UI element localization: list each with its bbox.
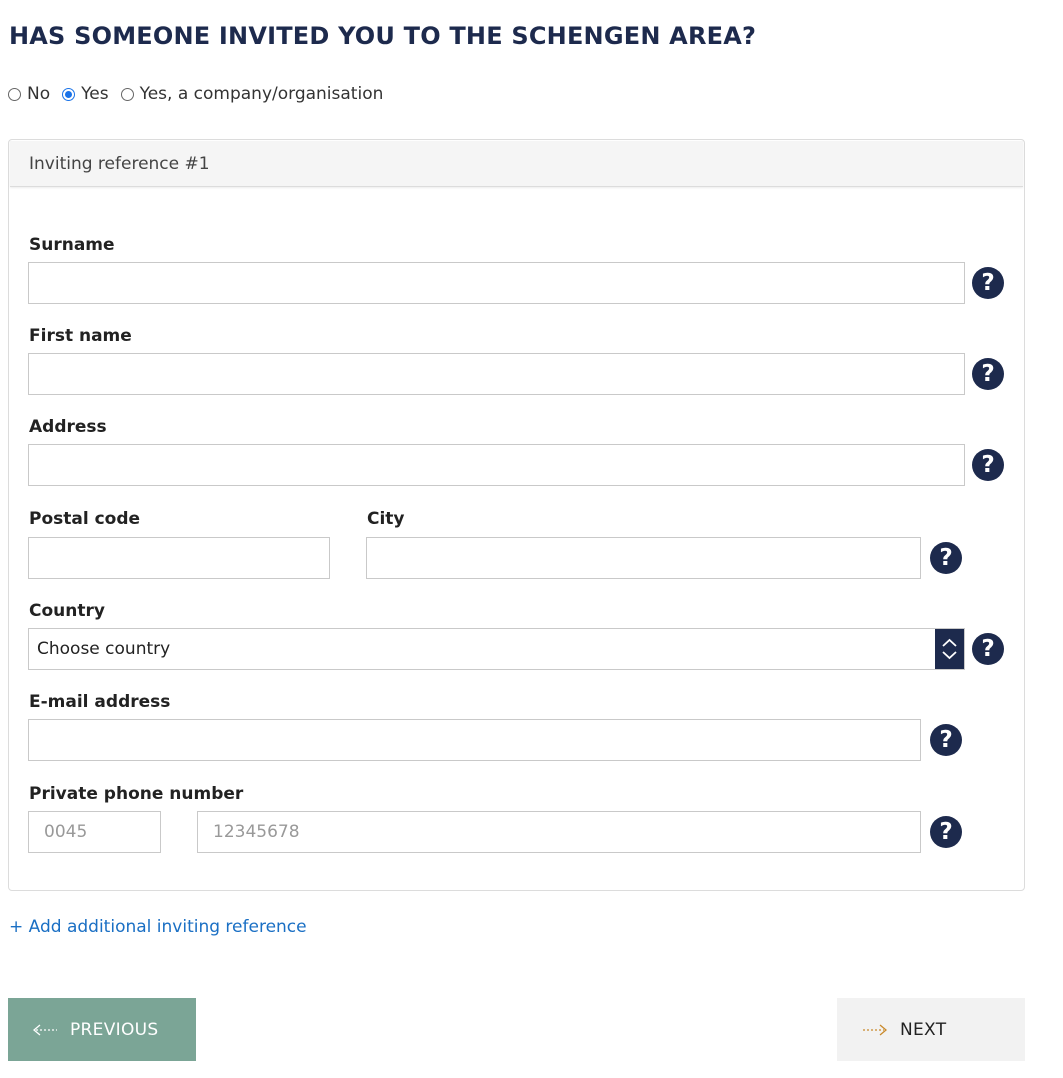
surname-input[interactable] (28, 262, 965, 304)
select-chevrons-icon[interactable] (935, 629, 964, 669)
email-input[interactable] (28, 719, 921, 761)
radio-option-no[interactable]: No (8, 84, 50, 104)
radio-yes[interactable] (62, 87, 76, 101)
city-label: City (367, 509, 405, 529)
country-selected-value: Choose country (37, 639, 171, 659)
panel-header: Inviting reference #1 (10, 141, 1023, 187)
arrow-right-icon (862, 1023, 888, 1037)
phone-number-input[interactable]: 12345678 (197, 811, 921, 853)
address-label: Address (29, 417, 107, 437)
postal-code-input[interactable] (28, 537, 330, 579)
country-select[interactable]: Choose country (28, 628, 965, 670)
first-name-input[interactable] (28, 353, 965, 395)
radio-company[interactable] (120, 87, 134, 101)
arrow-left-icon (32, 1023, 58, 1037)
page-title: HAS SOMEONE INVITED YOU TO THE SCHENGEN … (9, 22, 757, 50)
surname-help-icon[interactable]: ? (972, 267, 1004, 299)
radio-no-label: No (27, 84, 51, 104)
phone-prefix-input[interactable]: 0045 (28, 811, 161, 853)
first-name-label: First name (29, 326, 132, 346)
address-input[interactable] (28, 444, 965, 486)
postal-code-label: Postal code (29, 509, 141, 529)
next-button[interactable]: NEXT (837, 998, 1025, 1061)
radio-option-yes[interactable]: Yes (62, 84, 109, 104)
inviting-reference-panel: Inviting reference #1 Surname ? First na… (8, 139, 1025, 891)
address-help-icon[interactable]: ? (972, 449, 1004, 481)
email-help-icon[interactable]: ? (930, 724, 962, 756)
radio-yes-label: Yes (81, 84, 109, 104)
previous-label: PREVIOUS (70, 1019, 159, 1040)
country-label: Country (29, 601, 105, 621)
surname-label: Surname (29, 235, 115, 255)
phone-help-icon[interactable]: ? (930, 816, 962, 848)
city-input[interactable] (366, 537, 921, 579)
radio-no[interactable] (8, 87, 21, 101)
first-name-help-icon[interactable]: ? (972, 358, 1004, 390)
previous-button[interactable]: PREVIOUS (8, 998, 196, 1061)
country-help-icon[interactable]: ? (972, 633, 1004, 665)
radio-option-company[interactable]: Yes, a company/organisation (120, 84, 384, 104)
radio-company-label: Yes, a company/organisation (139, 84, 384, 104)
email-label: E-mail address (29, 692, 171, 712)
invitation-radio-group: No Yes Yes, a company/organisation (8, 84, 395, 104)
add-inviting-reference-link[interactable]: + Add additional inviting reference (9, 917, 307, 937)
phone-label: Private phone number (29, 784, 244, 804)
next-label: NEXT (900, 1019, 947, 1040)
city-help-icon[interactable]: ? (930, 542, 962, 574)
